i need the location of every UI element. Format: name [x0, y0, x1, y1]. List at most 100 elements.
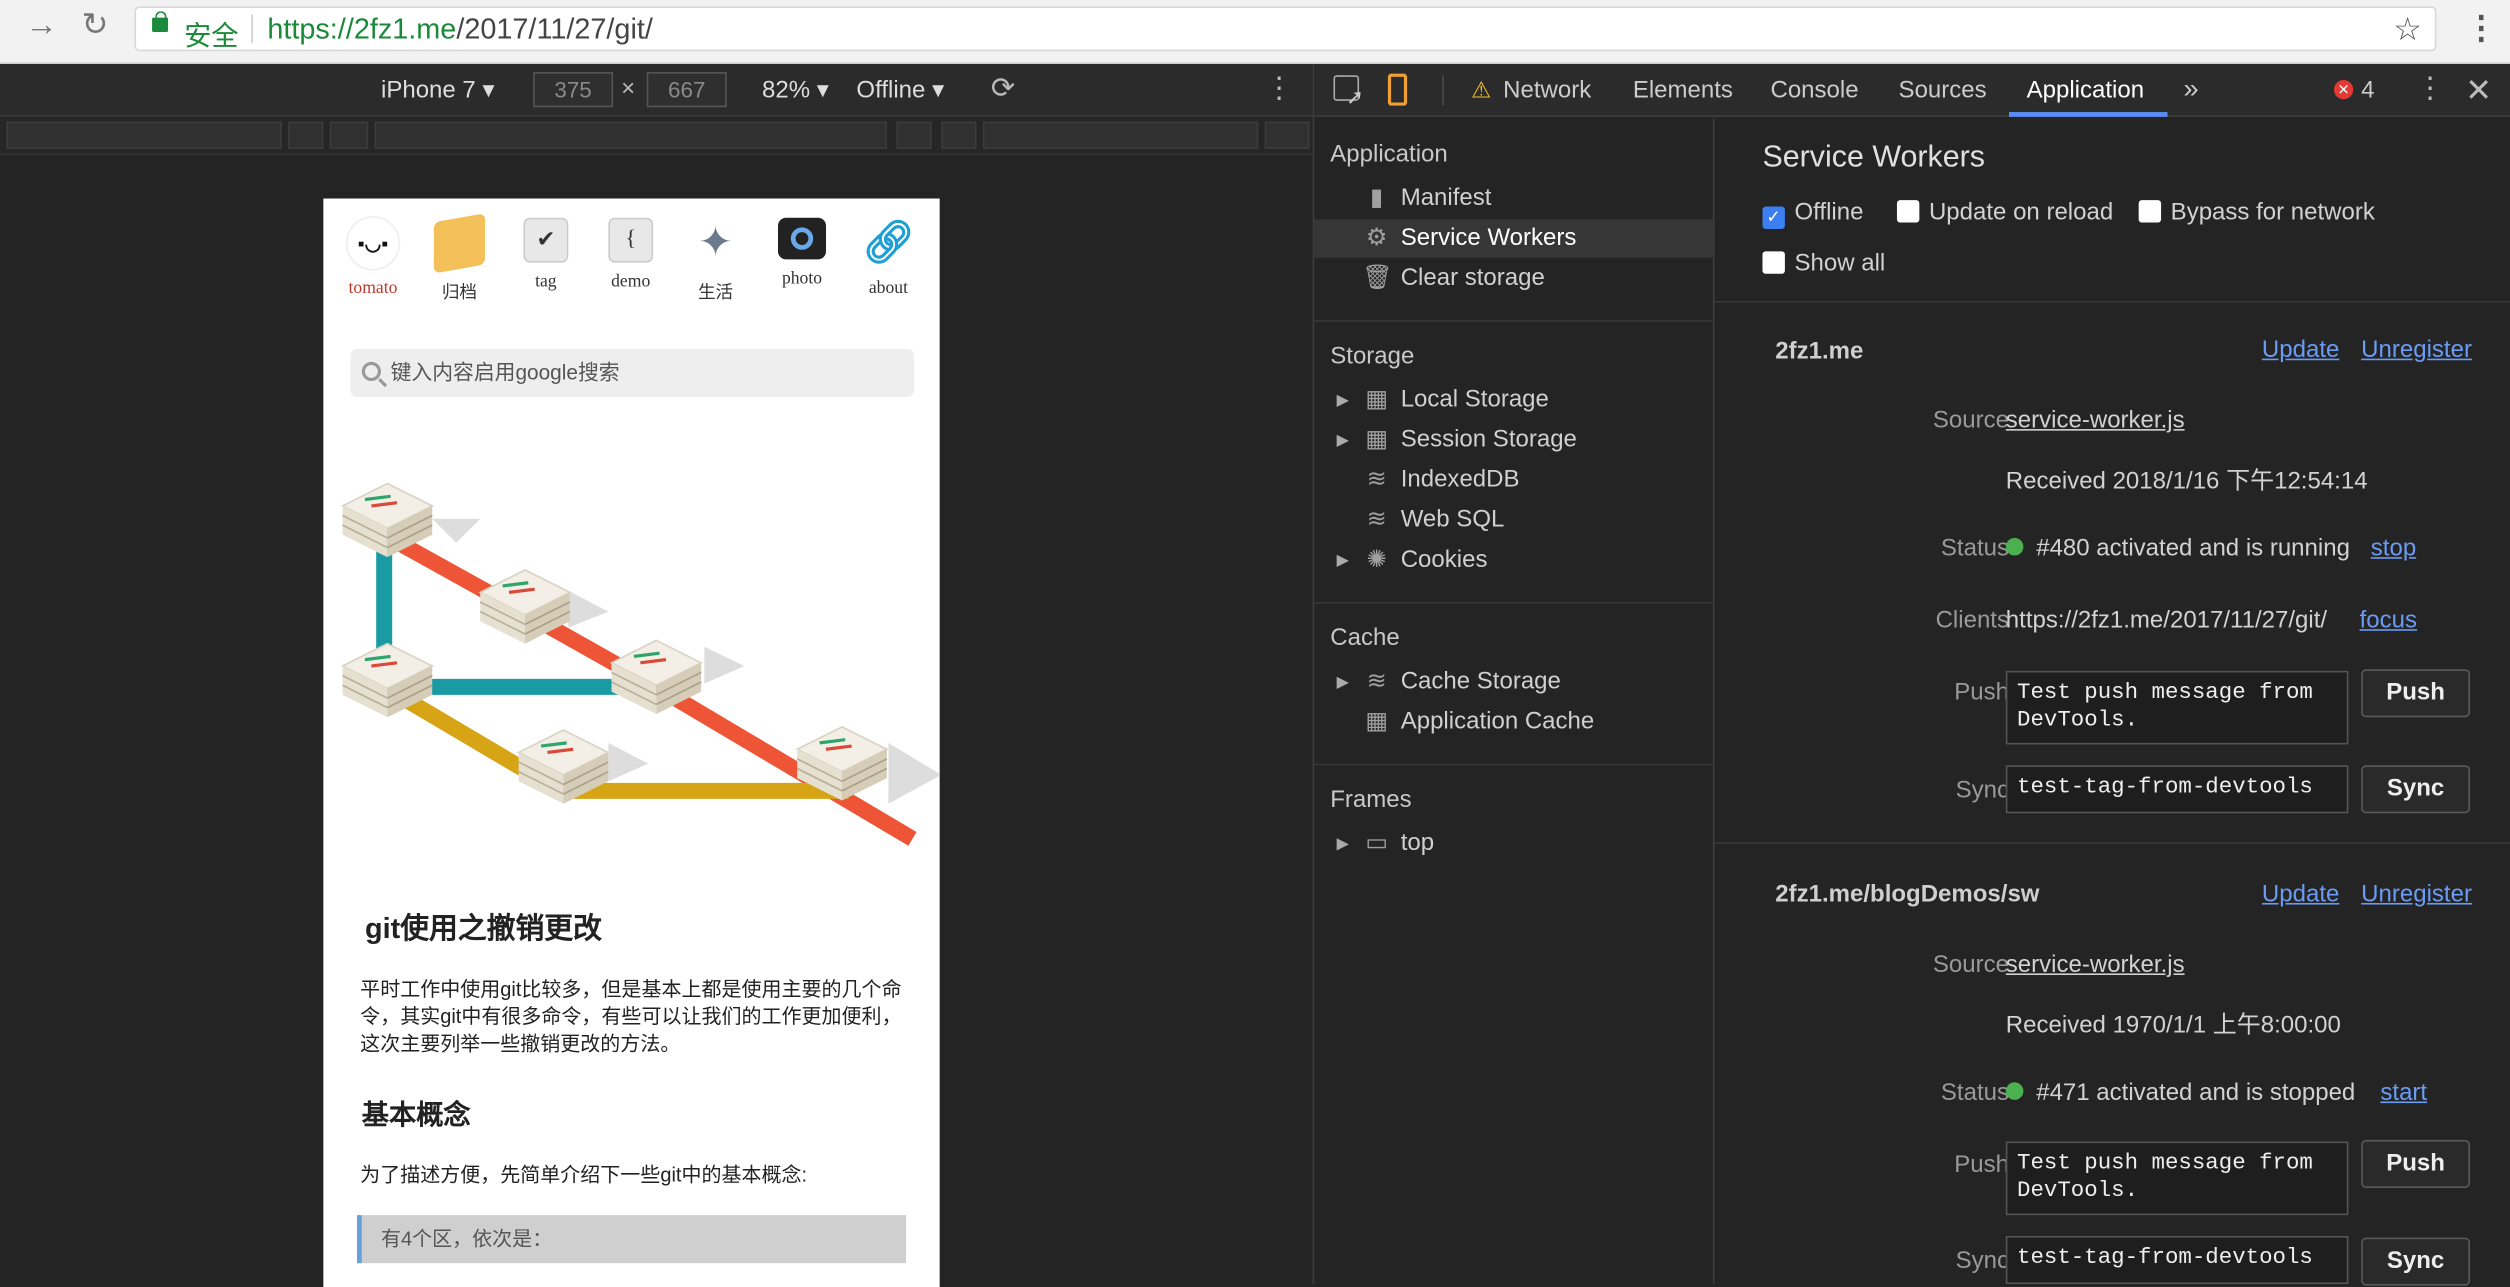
push-button[interactable]: Push	[2361, 1139, 2471, 1188]
frame-icon: ▭	[1365, 829, 1389, 857]
push-textarea[interactable]: Test push message from DevTools.	[2005, 1141, 2349, 1216]
service-workers-pane: Service Workers ✓ Offline Update on reloa…	[1714, 118, 2510, 1286]
focus-link[interactable]: focus	[2360, 607, 2417, 634]
status-stopped-icon	[2005, 1082, 2024, 1100]
emulation-more-icon[interactable]: ⋮	[1265, 72, 1294, 106]
source-label: Source	[1932, 406, 2010, 434]
sync-button[interactable]: Sync	[2361, 765, 2471, 814]
clients-label: Clients	[1935, 606, 2010, 634]
show-all-checkbox[interactable]: Show all	[1762, 250, 1885, 277]
update-link[interactable]: Update	[2262, 336, 2339, 363]
forward-icon[interactable]: →	[26, 10, 58, 42]
sidebar-item-cookies[interactable]: ✺ Cookies	[1362, 541, 1711, 579]
status-label: Status	[1940, 1079, 2010, 1107]
source-link[interactable]: service-worker.js	[2006, 407, 2185, 434]
tab-application[interactable]: Application	[2027, 77, 2144, 104]
nav-tomato[interactable]: ▪◡▪ tomato	[333, 217, 413, 298]
secure-label: 安全	[184, 20, 239, 52]
address-bar[interactable]: 安全 https://2fz1.me/2017/11/27/git/ ☆	[134, 6, 2437, 52]
push-textarea[interactable]: Test push message from DevTools.	[2005, 670, 2349, 745]
browser-menu-icon[interactable]: ⋮	[2465, 8, 2497, 48]
article-title: git使用之撤销更改	[364, 912, 602, 945]
sidebar-item-manifest[interactable]: ▮ Manifest	[1362, 179, 1711, 217]
push-label: Push	[1954, 1151, 2010, 1179]
device-select[interactable]: iPhone 7 ▾	[381, 75, 495, 104]
table-icon: ▦	[1365, 707, 1389, 735]
bypass-for-network-checkbox[interactable]: Bypass for network	[2138, 199, 2375, 226]
search-icon	[361, 361, 381, 382]
source-label: Source	[1932, 950, 2010, 979]
sync-label: Sync	[1955, 1247, 2010, 1275]
sidebar-item-frame-top[interactable]: ▭ top	[1362, 825, 1711, 863]
push-button[interactable]: Push	[2361, 669, 2471, 718]
received-time: Received 2018/1/16 下午12:54:14	[2005, 467, 2368, 495]
reload-icon[interactable]: ↻	[82, 10, 109, 42]
link-icon: 🔗︎	[862, 219, 915, 266]
devtools-panel: ➚ ⚠ Network Elements Console Sources App…	[1312, 64, 2510, 1286]
sidebar-item-indexeddb[interactable]: ≋ IndexedDB	[1362, 461, 1711, 499]
more-tabs-icon[interactable]: »	[2183, 74, 2198, 106]
expand-session-storage-icon[interactable]: ▶	[1337, 432, 1349, 450]
error-icon: ✕	[2333, 80, 2354, 100]
sidebar-item-service-workers[interactable]: ⚙ Service Workers	[1314, 219, 1713, 258]
tab-network[interactable]: Network	[1503, 77, 1591, 104]
tab-console[interactable]: Console	[1770, 77, 1858, 104]
error-count[interactable]: 4	[2361, 77, 2374, 104]
offline-checkbox[interactable]: ✓ Offline	[1762, 199, 1863, 229]
trash-icon: 🗑︎	[1362, 264, 1393, 292]
sidebar-item-cache-storage[interactable]: ≋ Cache Storage	[1362, 663, 1711, 701]
database-icon: ≋	[1366, 465, 1387, 494]
update-on-reload-checkbox[interactable]: Update on reload	[1896, 199, 2113, 226]
active-tab-indicator	[2009, 112, 2168, 117]
sidebar-item-clear-storage[interactable]: 🗑︎ Clear storage	[1362, 259, 1711, 297]
database-icon: ≋	[1366, 667, 1387, 695]
sidebar-header-frames: Frames	[1330, 786, 1412, 814]
devtools-menu-icon[interactable]: ⋮	[2416, 72, 2445, 106]
pane-title: Service Workers	[1762, 140, 1986, 175]
unregister-link[interactable]: Unregister	[2361, 336, 2472, 363]
worker-scope: 2fz1.me/blogDemos/sw	[1775, 880, 2040, 908]
unregister-link[interactable]: Unregister	[2361, 881, 2472, 908]
rotate-icon[interactable]: ⟳	[991, 72, 1015, 106]
status-value: #480 activated and is running	[2005, 535, 2350, 562]
network-throttle-select[interactable]: Offline ▾	[856, 75, 944, 104]
search-input[interactable]: 键入内容启用google搜索	[350, 349, 915, 398]
tab-sources[interactable]: Sources	[1899, 77, 1987, 104]
width-input[interactable]: 375	[533, 72, 614, 108]
client-url: https://2fz1.me/2017/11/27/git/	[2005, 606, 2328, 634]
tabbar-divider	[1442, 75, 1444, 106]
sidebar-item-local-storage[interactable]: ▦ Local Storage	[1362, 381, 1711, 419]
sync-input[interactable]: test-tag-from-devtools	[2005, 765, 2349, 814]
expand-frames-top-icon[interactable]: ▶	[1337, 836, 1349, 854]
nav-tag[interactable]: ✔ tag	[506, 217, 586, 291]
nav-archive[interactable]: 归档	[419, 213, 499, 304]
table-icon: ▦	[1365, 425, 1389, 454]
emulated-page[interactable]: ▪◡▪ tomato 归档 ✔ tag { demo ✦ 生活 photo 🔗︎…	[323, 198, 940, 1287]
expand-local-storage-icon[interactable]: ▶	[1337, 392, 1349, 410]
source-link[interactable]: service-worker.js	[2006, 951, 2185, 978]
nav-about[interactable]: 🔗︎ about	[848, 218, 928, 297]
zoom-select[interactable]: 82% ▾	[762, 75, 829, 104]
update-link[interactable]: Update	[2262, 881, 2339, 908]
bookmark-star-icon[interactable]: ☆	[2393, 10, 2422, 50]
expand-cookies-icon[interactable]: ▶	[1337, 552, 1349, 570]
nav-life[interactable]: ✦ 生活	[676, 218, 756, 304]
section-paragraph: 为了描述方便，先简单介绍下一些git中的基本概念:	[360, 1163, 808, 1187]
sidebar-item-session-storage[interactable]: ▦ Session Storage	[1362, 421, 1711, 459]
url-text: https://2fz1.me/2017/11/27/git/	[267, 12, 653, 45]
sidebar-item-application-cache[interactable]: ▦ Application Cache	[1362, 703, 1711, 741]
start-link[interactable]: start	[2380, 1079, 2427, 1106]
close-devtools-icon[interactable]: ✕	[2465, 70, 2492, 110]
expand-cache-storage-icon[interactable]: ▶	[1337, 674, 1349, 692]
device-toggle-icon[interactable]	[1387, 73, 1408, 106]
sidebar-item-websql[interactable]: ≋ Web SQL	[1362, 501, 1711, 539]
gear-icon: ⚙	[1365, 224, 1388, 252]
height-input[interactable]: 667	[646, 72, 727, 108]
stop-link[interactable]: stop	[2371, 535, 2416, 562]
nav-demo[interactable]: { demo	[591, 217, 671, 291]
sync-input[interactable]: test-tag-from-devtools	[2005, 1235, 2349, 1285]
nav-photo[interactable]: photo	[762, 217, 842, 288]
sync-button[interactable]: Sync	[2361, 1237, 2471, 1286]
table-icon: ▦	[1365, 385, 1389, 414]
tab-elements[interactable]: Elements	[1633, 77, 1733, 104]
